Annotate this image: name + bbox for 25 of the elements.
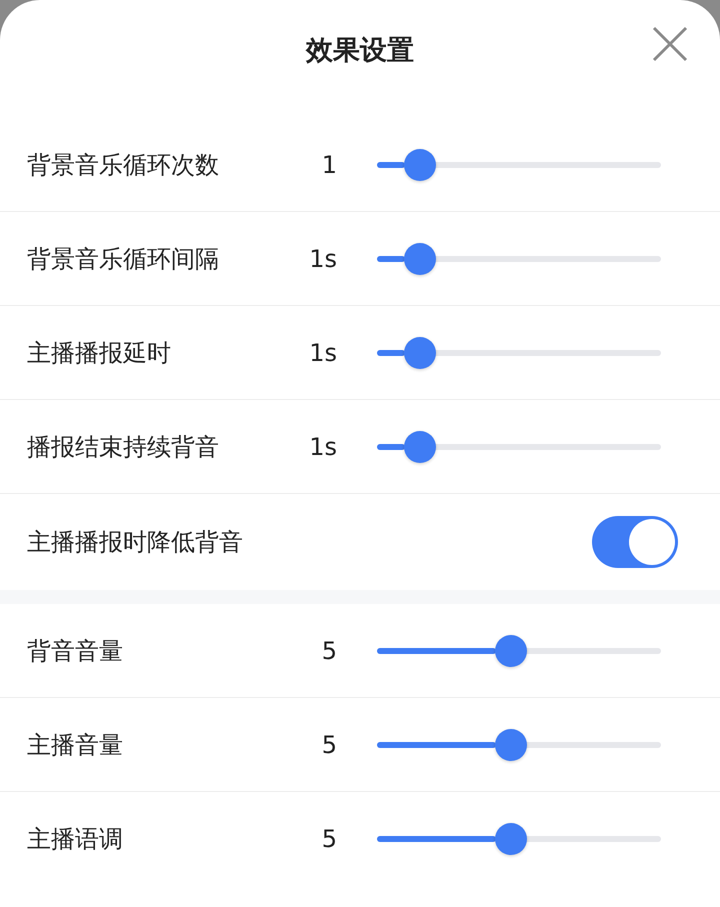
slider-value: 5 (320, 636, 337, 664)
slider-value: 5 (320, 730, 337, 758)
slider-thumb[interactable] (494, 634, 527, 666)
slider-thumb[interactable] (404, 148, 436, 180)
dialog-title: 效果设置 (306, 34, 414, 68)
setting-label: 主播音量 (27, 730, 124, 760)
slider-value: 1 (320, 150, 337, 178)
toggle-switch[interactable] (592, 516, 678, 568)
setting-label: 主播语调 (27, 824, 124, 854)
slider-thumb[interactable] (404, 336, 436, 368)
setting-label: 主播播报时降低背音 (27, 527, 244, 558)
setting-label: 背音音量 (27, 636, 124, 666)
slider-thumb[interactable] (494, 728, 527, 760)
slider-value: 1s (308, 244, 337, 272)
slider-thumb[interactable] (494, 822, 527, 854)
setting-label: 主播播报延时 (27, 338, 172, 368)
close-button[interactable] (652, 26, 688, 62)
slider-value: 1s (308, 432, 337, 460)
slider-value: 1s (308, 338, 337, 366)
setting-label: 播报结束持续背音 (27, 432, 220, 462)
setting-label: 背景音乐循环次数 (27, 150, 220, 180)
slider-value: 5 (320, 824, 337, 852)
setting-label: 背景音乐循环间隔 (27, 244, 220, 274)
slider-thumb[interactable] (404, 242, 436, 274)
slider-thumb[interactable] (404, 430, 436, 462)
